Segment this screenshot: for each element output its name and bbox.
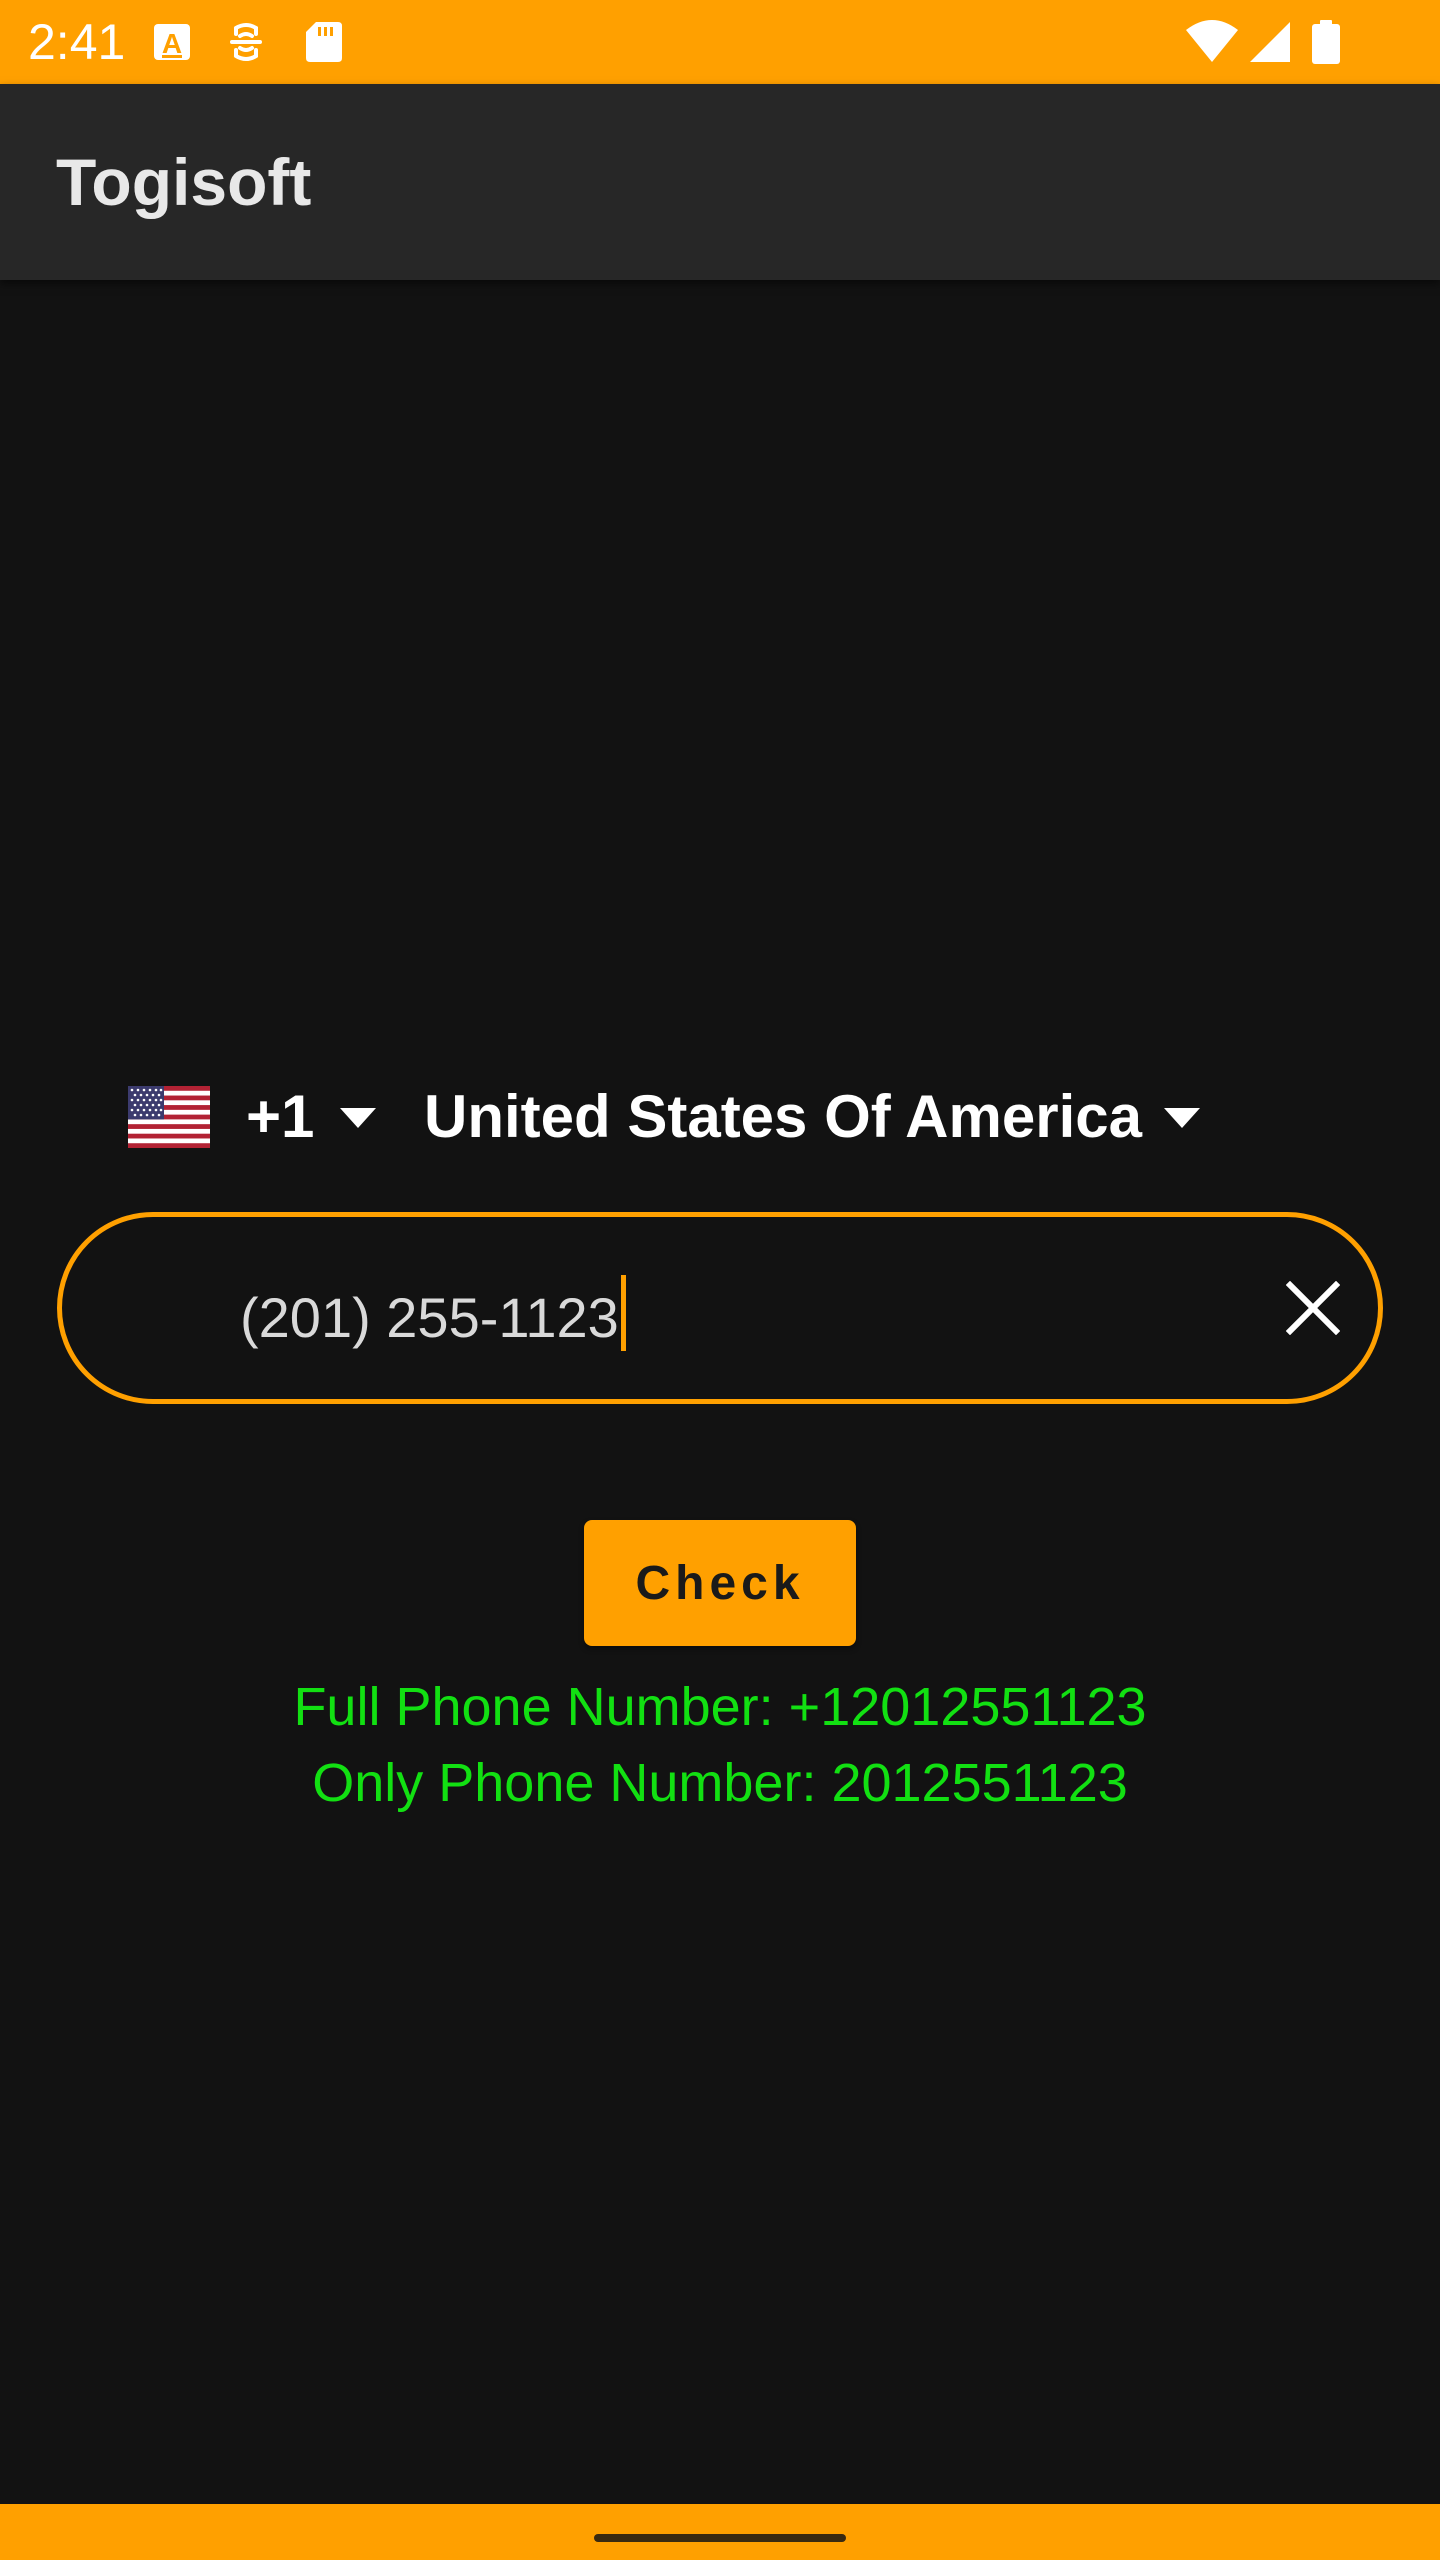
app-bar: Togisoft bbox=[0, 84, 1440, 280]
dial-code-dropdown-icon[interactable] bbox=[338, 1106, 378, 1130]
gesture-handle[interactable] bbox=[594, 2534, 846, 2542]
sd-card-icon bbox=[306, 22, 342, 62]
full-phone-number-result: Full Phone Number: +12012551123 bbox=[293, 1677, 1147, 1737]
status-bar: 2:41 A bbox=[0, 0, 1440, 84]
check-button[interactable]: Check bbox=[584, 1520, 856, 1646]
status-time: 2:41 bbox=[28, 14, 126, 70]
clear-button[interactable] bbox=[1268, 1263, 1358, 1353]
battery-icon bbox=[1312, 20, 1340, 64]
phone-number-value[interactable]: (201) 255-1123 bbox=[240, 1275, 626, 1351]
country-name[interactable]: United States Of America bbox=[424, 1082, 1142, 1152]
dial-code[interactable]: +1 bbox=[246, 1082, 314, 1152]
country-picker[interactable]: +1 United States Of America bbox=[0, 1070, 1440, 1170]
app-title: Togisoft bbox=[56, 145, 312, 219]
close-icon bbox=[1286, 1281, 1340, 1335]
text-a-icon: A bbox=[154, 24, 190, 60]
accessibility-icon bbox=[230, 23, 262, 61]
svg-text:A: A bbox=[162, 28, 182, 59]
text-cursor bbox=[620, 1275, 626, 1351]
us-flag-icon[interactable] bbox=[128, 1086, 210, 1148]
country-dropdown-icon[interactable] bbox=[1162, 1106, 1202, 1130]
phone-number-text: (201) 255-1123 bbox=[240, 1286, 619, 1349]
wifi-icon bbox=[1186, 20, 1238, 62]
signal-icon bbox=[1250, 22, 1290, 62]
phone-number-input[interactable]: (201) 255-1123 bbox=[57, 1212, 1383, 1404]
app-screen: 2:41 A Togisoft +1 United States Of Amer… bbox=[0, 0, 1440, 2560]
only-phone-number-result: Only Phone Number: 2012551123 bbox=[312, 1753, 1128, 1813]
navigation-bar bbox=[0, 2504, 1440, 2560]
